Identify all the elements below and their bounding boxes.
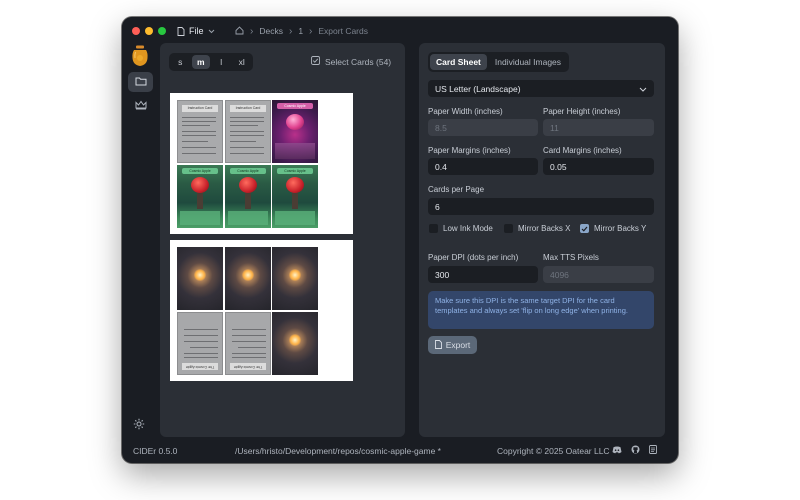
checkbox[interactable] bbox=[504, 224, 513, 233]
mirror-y-label: Mirror Backs Y bbox=[594, 224, 647, 233]
chevron-down-icon bbox=[208, 29, 215, 34]
size-xl-button[interactable]: xl bbox=[233, 55, 252, 69]
paper-height-label: Paper Height (inches) bbox=[543, 107, 621, 116]
sidebar-item-decks[interactable] bbox=[128, 72, 153, 92]
tab-individual-images[interactable]: Individual Images bbox=[489, 54, 567, 70]
checkbox-icon bbox=[311, 56, 320, 67]
chevron-down-icon bbox=[639, 84, 647, 94]
crown-icon bbox=[135, 97, 147, 115]
close-window-button[interactable] bbox=[132, 27, 140, 35]
file-menu[interactable]: File bbox=[177, 24, 215, 38]
dpi-value: 300 bbox=[435, 269, 450, 280]
card-thumbnail[interactable]: Cosmic Apple bbox=[177, 165, 223, 228]
export-settings-panel: Card Sheet Individual Images US Letter (… bbox=[419, 43, 665, 437]
card-thumbnail[interactable]: The Cosmic Apple bbox=[177, 312, 223, 375]
preview-size-toggle: s m l xl bbox=[169, 53, 253, 71]
max-tts-value: 4096 bbox=[550, 269, 569, 280]
checkmark-icon bbox=[581, 226, 588, 232]
card-sheet-back: The Cosmic Apple The Cosmic Apple bbox=[170, 240, 353, 381]
card-thumbnail[interactable] bbox=[225, 247, 271, 310]
status-bar: CIDEr 0.5.0 /Users/hristo/Development/re… bbox=[122, 439, 678, 463]
title-bar: File › Decks › 1 › Export Cards bbox=[122, 17, 678, 45]
app-window: File › Decks › 1 › Export Cards s m l xl… bbox=[122, 17, 678, 463]
paper-margins-input[interactable]: 0.4 bbox=[428, 158, 538, 175]
home-icon[interactable] bbox=[235, 25, 244, 37]
breadcrumb: › Decks › 1 › Export Cards bbox=[235, 24, 368, 38]
card-thumbnail[interactable]: Instruction Card bbox=[177, 100, 223, 163]
file-menu-label: File bbox=[189, 26, 204, 36]
size-m-button[interactable]: m bbox=[191, 55, 210, 69]
mirror-x-label: Mirror Backs X bbox=[518, 224, 571, 233]
low-ink-label: Low Ink Mode bbox=[443, 224, 493, 233]
card-margins-label: Card Margins (inches) bbox=[543, 146, 622, 155]
checkbox-checked[interactable] bbox=[580, 224, 589, 233]
status-links bbox=[612, 445, 657, 456]
dpi-info-message: Make sure this DPI is the same target DP… bbox=[428, 291, 654, 329]
github-icon[interactable] bbox=[631, 445, 640, 456]
card-thumbnail[interactable]: Instruction Card bbox=[225, 100, 271, 163]
paper-width-input: 8.5 bbox=[428, 119, 538, 136]
card-thumbnail[interactable] bbox=[177, 247, 223, 310]
tab-card-sheet[interactable]: Card Sheet bbox=[430, 54, 487, 70]
select-cards-label: Select Cards (54) bbox=[325, 56, 392, 67]
zoom-window-button[interactable] bbox=[158, 27, 166, 35]
paper-margins-label: Paper Margins (inches) bbox=[428, 146, 511, 155]
max-tts-input: 4096 bbox=[543, 266, 654, 283]
paper-size-value: US Letter (Landscape) bbox=[435, 83, 521, 94]
breadcrumb-decks[interactable]: Decks bbox=[259, 26, 283, 36]
sidebar bbox=[122, 45, 158, 437]
preview-panel: s m l xl Select Cards (54) Instruction C… bbox=[160, 43, 405, 437]
select-cards-button[interactable]: Select Cards (54) bbox=[311, 56, 391, 67]
discord-icon[interactable] bbox=[612, 446, 622, 456]
chevron-right-icon: › bbox=[250, 25, 254, 37]
max-tts-label: Max TTS Pixels bbox=[543, 253, 599, 262]
card-thumbnail[interactable]: The Cosmic Apple bbox=[225, 312, 271, 375]
export-button-label: Export bbox=[445, 340, 471, 350]
card-margins-input[interactable]: 0.05 bbox=[543, 158, 654, 175]
paper-height-value: 11 bbox=[550, 122, 559, 133]
card-thumbnail[interactable]: Cosmic Apple bbox=[225, 165, 271, 228]
gear-icon bbox=[133, 417, 145, 434]
chevron-right-icon: › bbox=[288, 25, 293, 37]
paper-size-select[interactable]: US Letter (Landscape) bbox=[428, 80, 654, 97]
cards-per-page-label: Cards per Page bbox=[428, 185, 485, 194]
checkbox[interactable] bbox=[429, 224, 438, 233]
mirror-y-checkbox[interactable]: Mirror Backs Y bbox=[580, 224, 646, 233]
minimize-window-button[interactable] bbox=[145, 27, 153, 35]
card-thumbnail[interactable] bbox=[272, 312, 318, 375]
cards-per-page-value: 6 bbox=[435, 201, 440, 212]
mirror-x-checkbox[interactable]: Mirror Backs X bbox=[504, 224, 570, 233]
card-thumbnail[interactable] bbox=[272, 247, 318, 310]
sidebar-item-games[interactable] bbox=[128, 96, 153, 116]
paper-margins-value: 0.4 bbox=[435, 161, 447, 172]
low-ink-checkbox[interactable]: Low Ink Mode bbox=[429, 224, 493, 233]
card-thumbnail[interactable]: Cosmic Apple bbox=[272, 100, 318, 163]
paper-width-value: 8.5 bbox=[435, 122, 447, 133]
card-sheet-front: Instruction Card Instruction Card Cosmic… bbox=[170, 93, 353, 234]
file-icon bbox=[177, 26, 185, 36]
card-thumbnail[interactable]: Cosmic Apple bbox=[272, 165, 318, 228]
export-mode-tabs: Card Sheet Individual Images bbox=[428, 52, 570, 72]
size-s-button[interactable]: s bbox=[171, 55, 190, 69]
card-margins-value: 0.05 bbox=[550, 161, 567, 172]
paper-height-input: 11 bbox=[543, 119, 654, 136]
breadcrumb-current: Export Cards bbox=[318, 26, 368, 36]
folder-icon bbox=[135, 73, 147, 91]
dpi-label: Paper DPI (dots per inch) bbox=[428, 253, 519, 262]
breadcrumb-deck-id[interactable]: 1 bbox=[298, 26, 303, 36]
project-path: /Users/hristo/Development/repos/cosmic-a… bbox=[235, 446, 441, 456]
file-icon bbox=[434, 339, 442, 351]
dpi-input[interactable]: 300 bbox=[428, 266, 538, 283]
cards-per-page-input[interactable]: 6 bbox=[428, 198, 654, 215]
size-l-button[interactable]: l bbox=[212, 55, 231, 69]
chevron-right-icon: › bbox=[309, 25, 313, 37]
paper-width-label: Paper Width (inches) bbox=[428, 107, 503, 116]
app-logo bbox=[131, 45, 149, 67]
export-button[interactable]: Export bbox=[428, 336, 477, 354]
app-version: CIDEr 0.5.0 bbox=[133, 446, 178, 456]
document-icon[interactable] bbox=[649, 445, 657, 456]
copyright-text: Copyright © 2025 Oatear LLC bbox=[497, 446, 610, 456]
settings-button[interactable] bbox=[133, 417, 145, 435]
